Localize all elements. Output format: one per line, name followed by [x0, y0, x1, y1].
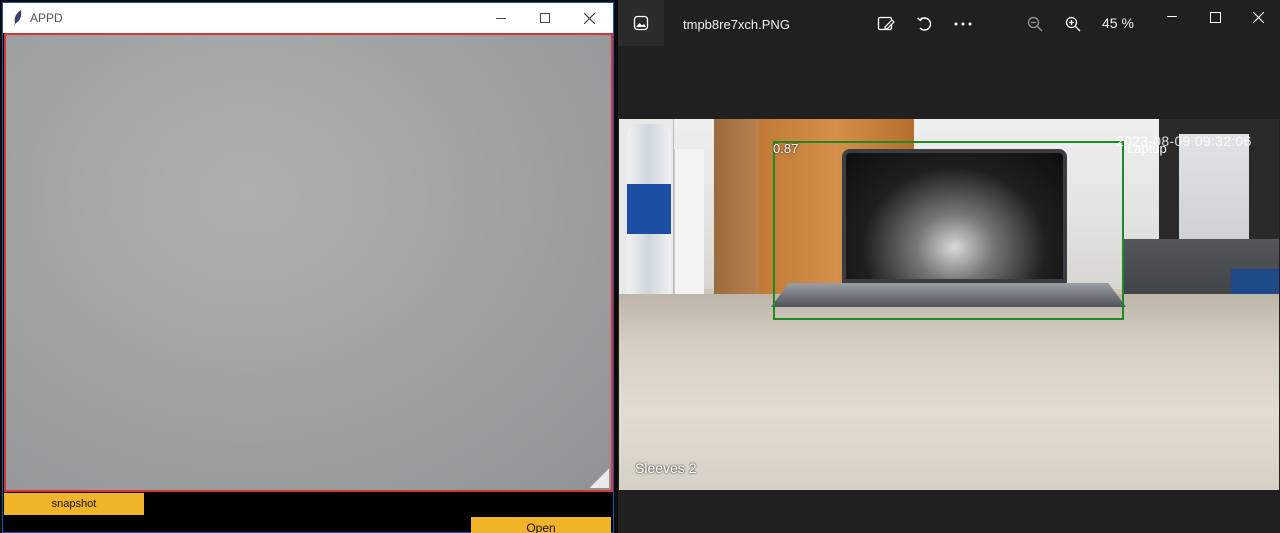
- zoom-in-button[interactable]: [1062, 13, 1084, 35]
- rotate-icon: [917, 17, 932, 31]
- zoom-level: 45 %: [1102, 15, 1134, 31]
- detection-score: 0.87: [773, 141, 799, 156]
- photos-app-button[interactable]: [618, 0, 664, 46]
- feather-icon: [14, 10, 22, 26]
- file-name: tmpb8re7xch.PNG: [683, 17, 790, 32]
- close-icon: [583, 12, 595, 24]
- window-title: APPD: [30, 11, 63, 25]
- preview-corner: [589, 468, 609, 488]
- close-icon: [1252, 11, 1264, 23]
- snapshot-button[interactable]: snapshot: [4, 493, 144, 515]
- photos-app-icon: [633, 15, 649, 31]
- zoom-out-button[interactable]: [1024, 13, 1046, 35]
- sleeves-caption: Sleeves 2: [635, 460, 697, 476]
- detection-class-label: Laptop: [1127, 141, 1167, 156]
- cardboard-box: [674, 149, 704, 309]
- maximize-icon: [1209, 11, 1221, 23]
- bounding-box: [773, 141, 1124, 320]
- appd-window: APPD snapshot Open: [2, 2, 614, 533]
- photos-viewer: tmpb8re7xch.PNG 45 % 0.87 2023-08-09 09:…: [618, 0, 1280, 533]
- minimize-button[interactable]: [479, 3, 523, 33]
- camera-preview: [4, 33, 613, 492]
- maximize-icon: [540, 13, 550, 23]
- door-frame: [714, 119, 759, 309]
- more-icon: [954, 22, 972, 26]
- viewer-toolbar: tmpb8re7xch.PNG 45 %: [618, 0, 1280, 48]
- viewer-maximize-button[interactable]: [1193, 6, 1237, 28]
- rotate-button[interactable]: [914, 13, 936, 35]
- detection-image: 0.87 2023-08-09 09:32:06 Laptop Sleeves …: [619, 119, 1279, 490]
- minimize-icon: [1167, 16, 1177, 17]
- desktop: APPD snapshot Open tmpb8re7xch.PNG 45 % …: [0, 0, 1280, 533]
- zoom-in-icon: [1065, 16, 1081, 32]
- close-button[interactable]: [567, 3, 611, 33]
- bottle-label: [627, 184, 671, 234]
- open-button[interactable]: Open: [471, 517, 611, 533]
- viewer-minimize-button[interactable]: [1150, 6, 1194, 28]
- edit-image-button[interactable]: [875, 13, 897, 35]
- edit-image-icon: [877, 16, 895, 31]
- minimize-icon: [496, 17, 506, 19]
- viewer-close-button[interactable]: [1236, 6, 1280, 28]
- more-button[interactable]: [952, 13, 974, 35]
- zoom-out-icon: [1027, 16, 1043, 32]
- table-surface: [619, 294, 1279, 490]
- button-bar: snapshot Open: [3, 492, 613, 533]
- title-bar[interactable]: APPD: [3, 3, 613, 33]
- maximize-button[interactable]: [523, 3, 567, 33]
